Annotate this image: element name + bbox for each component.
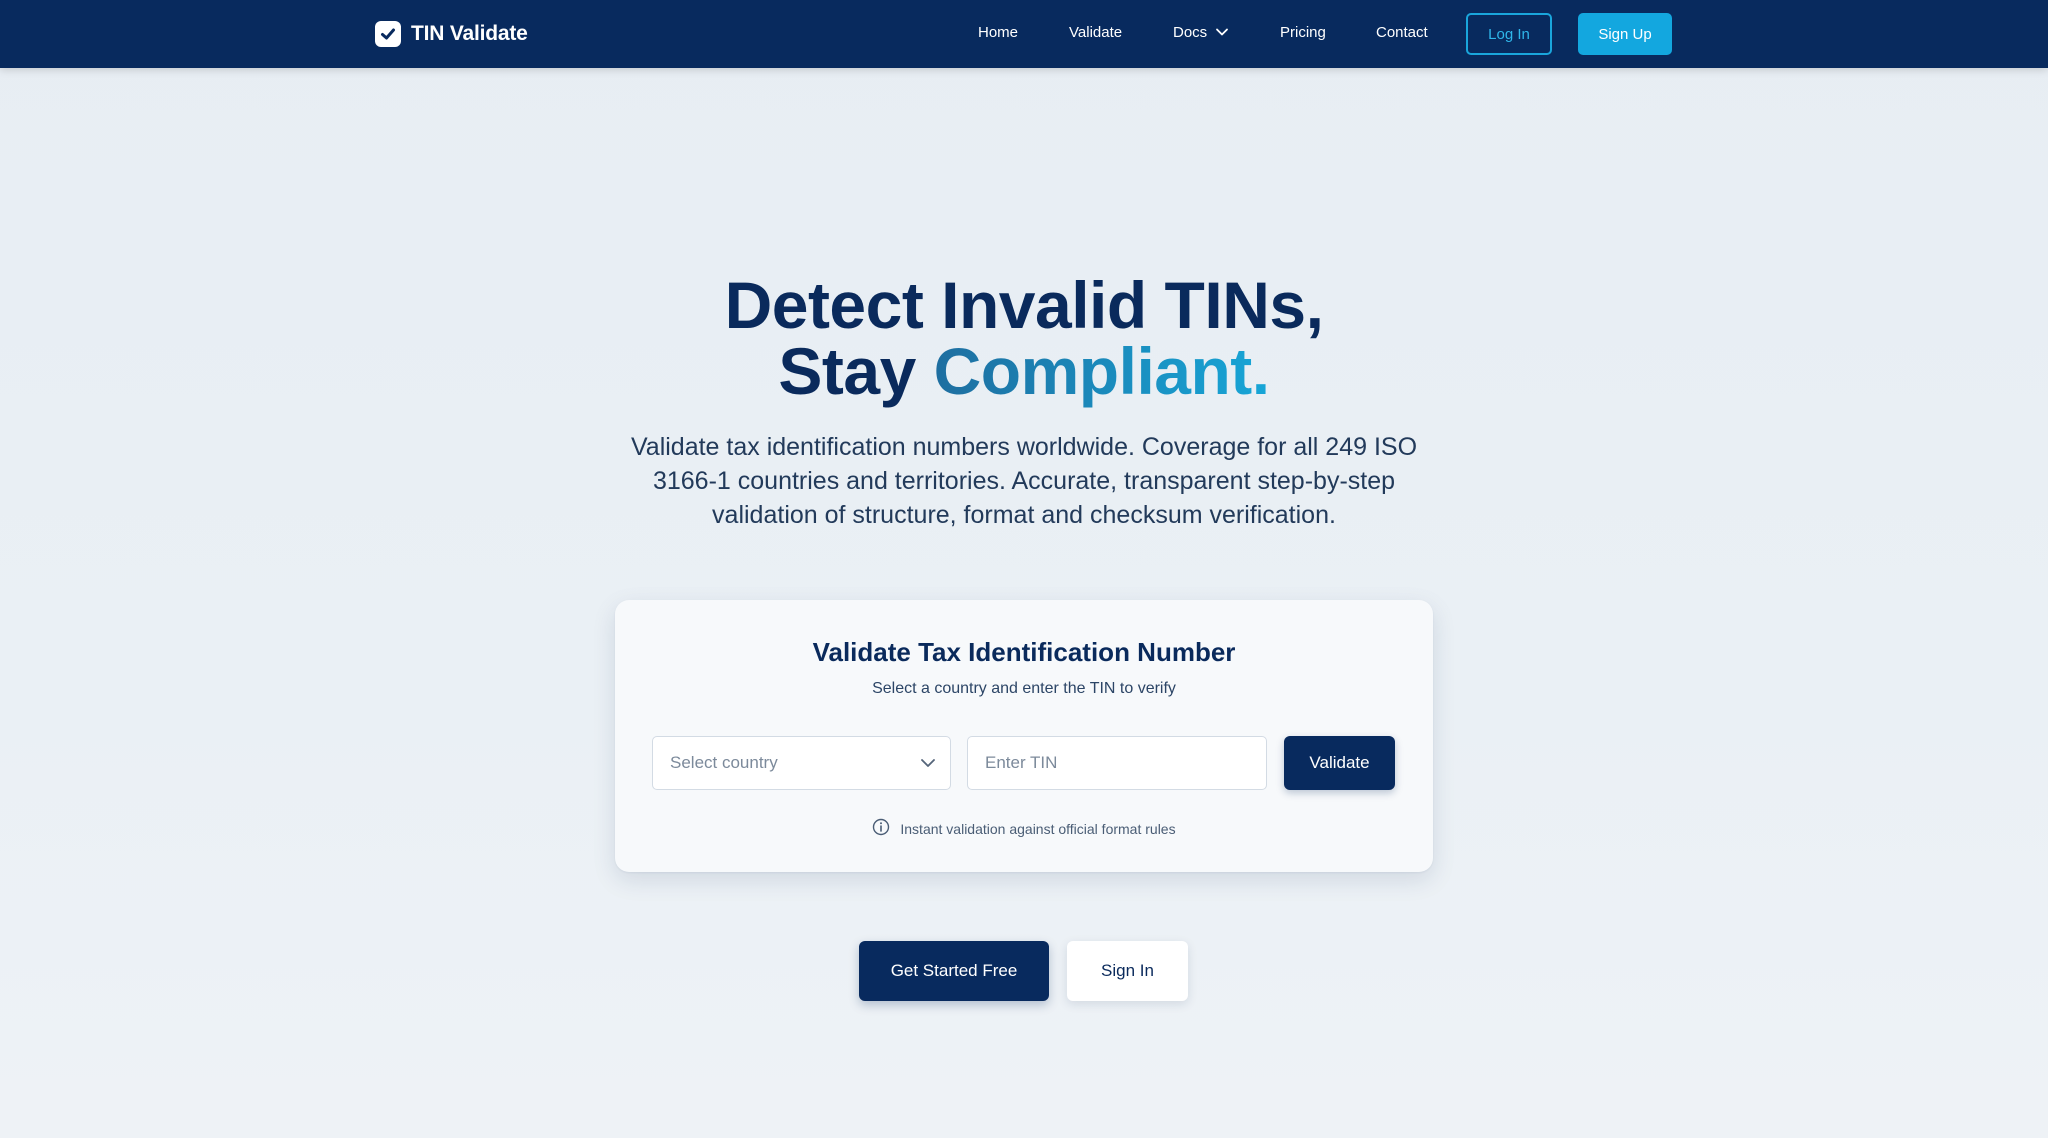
hero-subtitle: Validate tax identification numbers worl… xyxy=(630,433,1418,529)
nav-link-docs[interactable]: Docs xyxy=(1173,24,1229,41)
signup-button[interactable]: Sign Up xyxy=(1578,13,1672,55)
validation-note-text: Instant validation against official form… xyxy=(900,820,1176,837)
tin-input[interactable] xyxy=(967,736,1267,790)
hero-title-line1: Detect Invalid TINs, xyxy=(724,268,1324,342)
nav-link-validate[interactable]: Validate xyxy=(1069,24,1122,41)
hero-title-accent: Compliant. xyxy=(933,334,1271,408)
get-started-button[interactable]: Get Started Free xyxy=(859,941,1049,1001)
nav-link-docs-label: Docs xyxy=(1173,24,1208,41)
sign-in-button[interactable]: Sign In xyxy=(1067,941,1188,1001)
login-button[interactable]: Log In xyxy=(1466,13,1552,55)
validation-card: Validate Tax Identification Number Selec… xyxy=(615,600,1433,872)
hero-title: Detect Invalid TINs, Stay Compliant. xyxy=(0,272,2048,404)
chevron-down-icon xyxy=(1215,24,1229,41)
country-select[interactable]: Select country xyxy=(652,736,951,790)
validate-button[interactable]: Validate xyxy=(1284,736,1395,790)
card-subtitle: Select a country and enter the TIN to ve… xyxy=(872,680,1176,697)
info-icon xyxy=(872,818,890,839)
hero-title-plain: Stay xyxy=(778,334,934,408)
chevron-down-icon xyxy=(920,756,936,774)
nav-link-pricing[interactable]: Pricing xyxy=(1280,24,1326,41)
card-title: Validate Tax Identification Number xyxy=(812,637,1236,667)
nav-link-contact[interactable]: Contact xyxy=(1376,24,1428,41)
top-navbar: TIN Validate Home Validate Docs Pricing … xyxy=(0,0,2048,68)
nav-link-home[interactable]: Home xyxy=(978,24,1018,41)
hero-title-line2: Stay Compliant. xyxy=(0,338,2048,404)
validation-note: Instant validation against official form… xyxy=(615,818,1433,839)
country-select-placeholder: Select country xyxy=(670,753,778,772)
nav-links: Home Validate Docs Pricing Contact Log I… xyxy=(0,0,2048,68)
